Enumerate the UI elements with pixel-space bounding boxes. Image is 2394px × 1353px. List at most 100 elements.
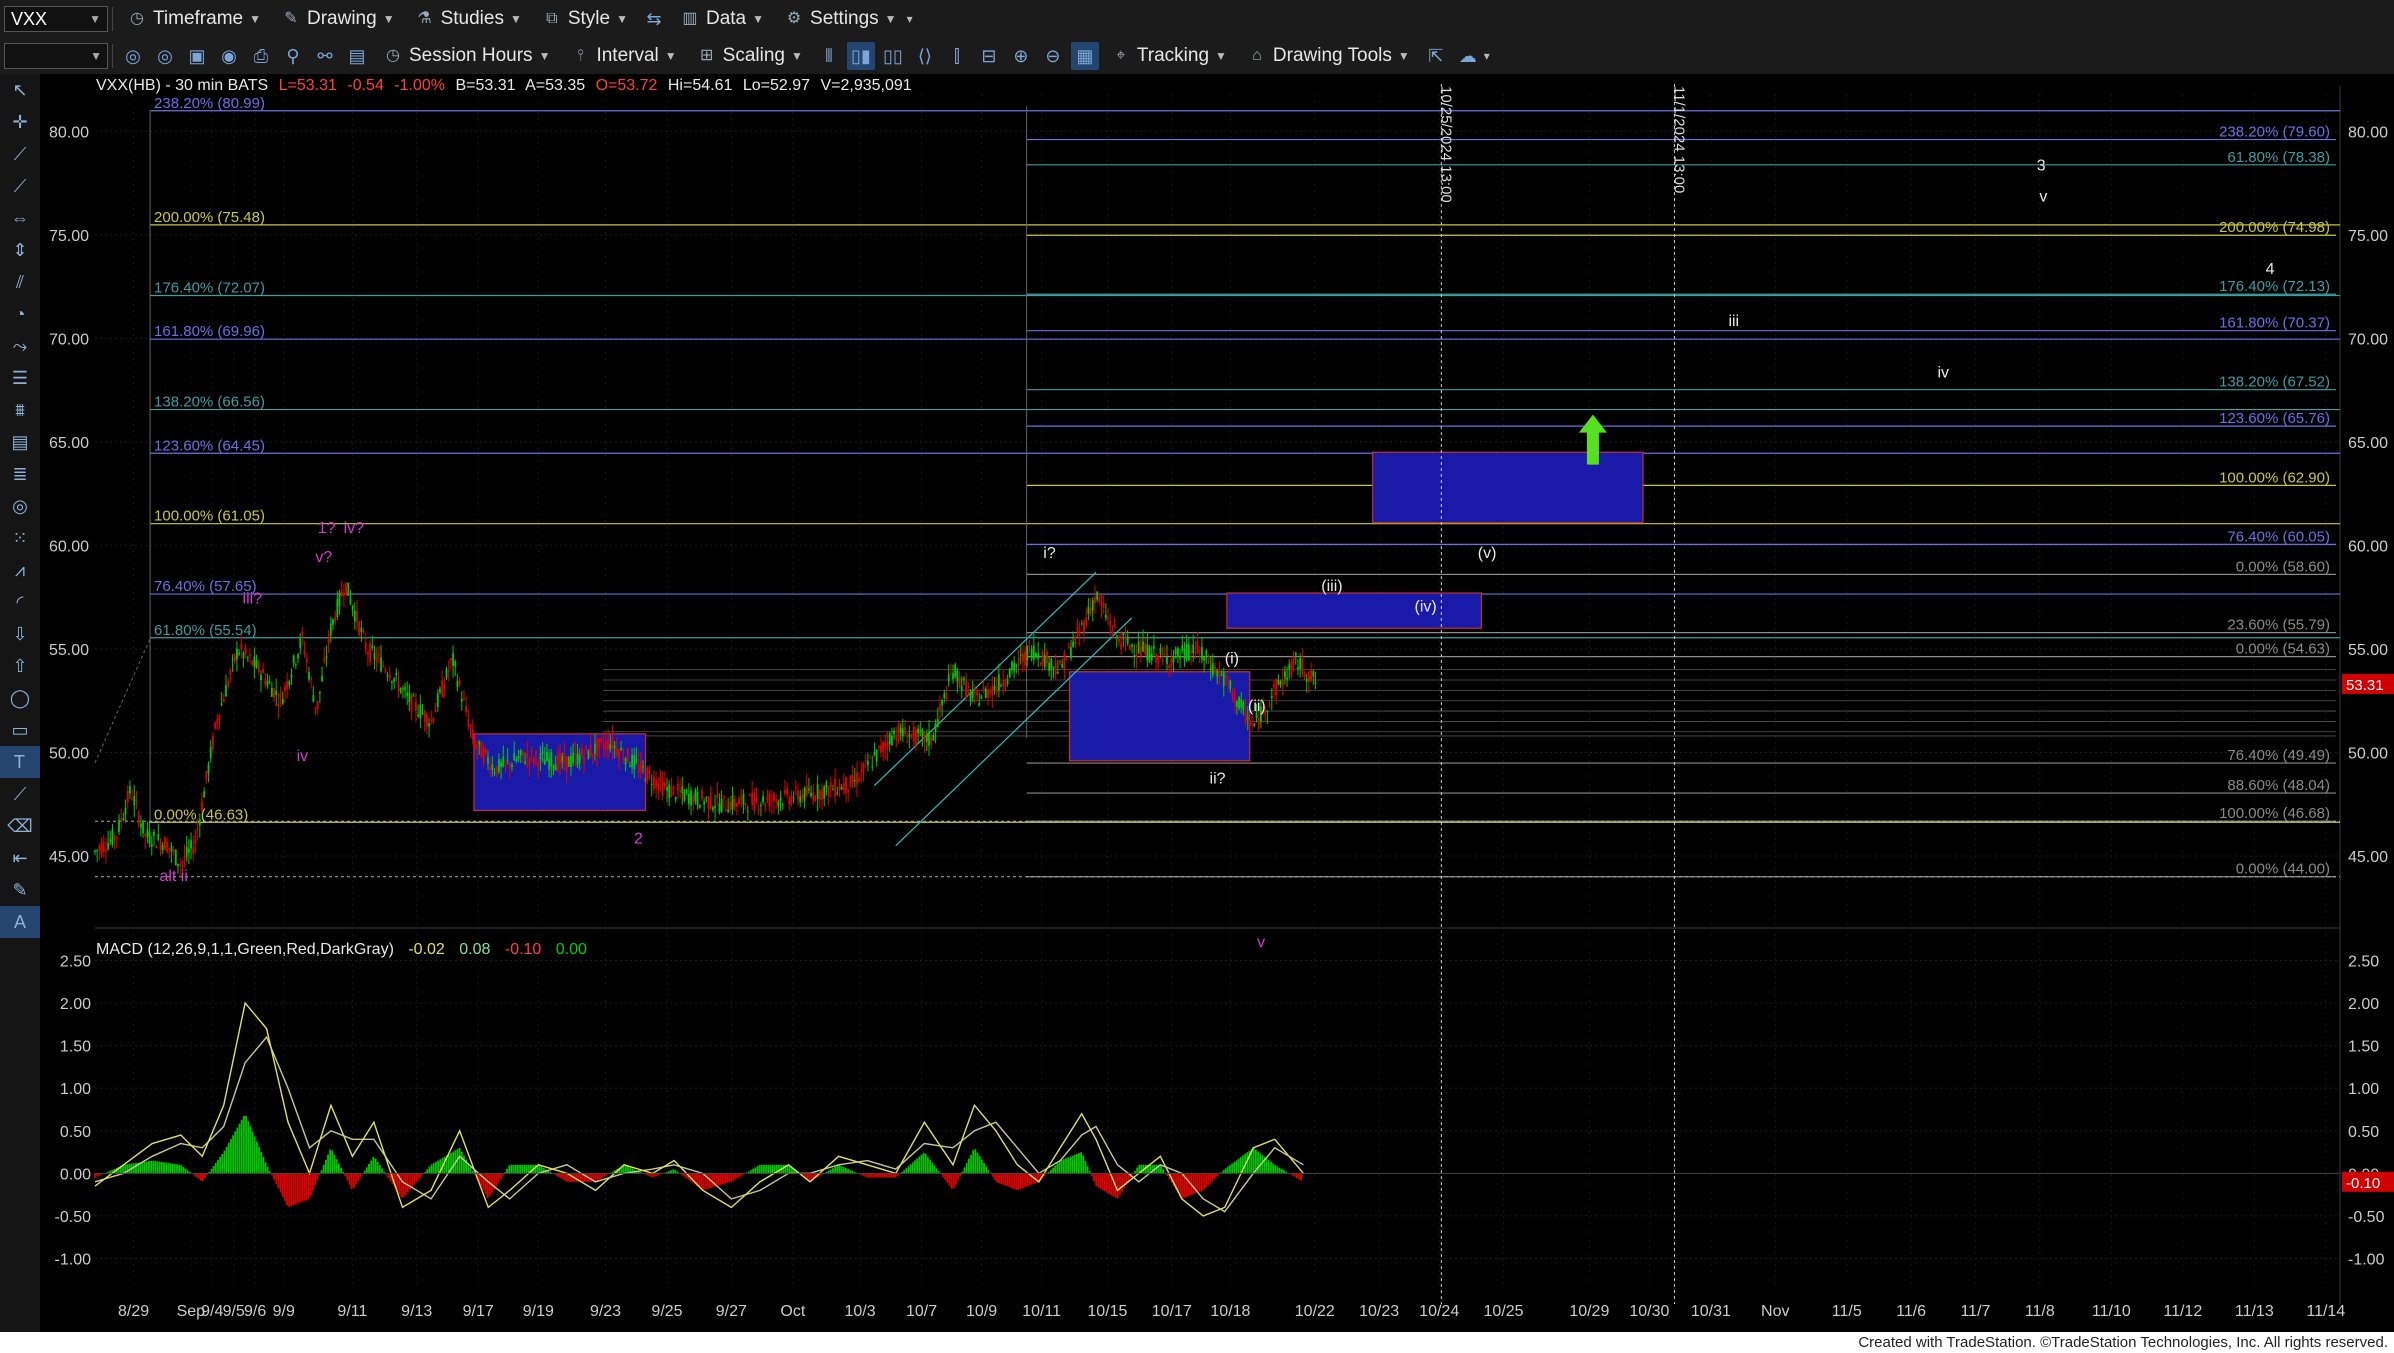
candle-body [1203, 657, 1206, 661]
candle-body [631, 754, 633, 768]
style-menu[interactable]: ⧉ Style ▼ [532, 8, 638, 30]
macd-histogram-bar [933, 1165, 936, 1174]
line-bars-icon[interactable]: ▯▯ [879, 42, 907, 70]
timeframe-menu[interactable]: ◷ Timeframe ▼ [117, 8, 271, 30]
drawing-tools-menu[interactable]: ⌂ Drawing Tools ▼ [1237, 45, 1420, 67]
cycle-icon[interactable]: ◎ [0, 490, 40, 522]
candle-body [856, 772, 858, 785]
macd-title: MACD (12,26,9,1,1,Green,Red,DarkGray) [96, 941, 394, 958]
layout-icon[interactable]: ⇆ [640, 5, 668, 33]
macd-tick-label-left: 0.00 [60, 1166, 91, 1183]
interval-menu[interactable]: ⫯ Interval ▼ [560, 45, 686, 67]
text-label-icon[interactable]: A [0, 906, 40, 938]
candlestick-icon[interactable]: ▯▮ [846, 42, 875, 70]
candle-body [954, 664, 957, 678]
chevron-down-icon[interactable]: ▼ [90, 49, 102, 63]
overflow-icon[interactable]: ▾ [1484, 49, 1490, 63]
macd-histogram-bar [484, 1173, 487, 1195]
fib-retracement-icon[interactable]: ☰ [0, 362, 40, 394]
calculator-icon[interactable]: ▤ [343, 42, 371, 70]
pen-icon[interactable]: ⟋ [0, 778, 40, 810]
horizontal-line-icon[interactable]: ⇔ [0, 202, 40, 234]
trendline-icon[interactable]: ⟋ [0, 138, 40, 170]
eraser-icon[interactable]: ⌫ [0, 810, 40, 842]
candle-body [1211, 663, 1214, 675]
gann-icon[interactable]: ≣ [0, 458, 40, 490]
candle-body [417, 714, 420, 717]
chevron-down-icon[interactable]: ▼ [89, 12, 101, 26]
ellipse-icon[interactable]: ◯ [0, 682, 40, 714]
candle-body [115, 836, 118, 838]
macd-histogram-bar [521, 1164, 524, 1174]
arrow-down-icon[interactable]: ⇩ [0, 618, 40, 650]
studies-menu[interactable]: ⚗ Studies ▼ [405, 8, 532, 30]
candle-body [211, 736, 214, 749]
drawing-menu[interactable]: ✎ Drawing ▼ [271, 8, 405, 30]
candle-body [703, 801, 706, 805]
overflow-icon[interactable]: ▾ [907, 12, 913, 26]
regression-icon[interactable]: ⤳ [0, 330, 40, 362]
globe-icon[interactable]: ◉ [215, 42, 243, 70]
candle-body [735, 803, 738, 807]
price-chart[interactable]: 238.20% (80.99) 200.00% (75.48) 176.40% (7… [40, 74, 2394, 1332]
scaling-menu[interactable]: ⊞ Scaling ▼ [687, 45, 813, 67]
candle-body [465, 705, 468, 712]
session-hours-menu[interactable]: ◷ Session Hours ▼ [373, 45, 560, 67]
pointer-icon[interactable]: ↖ [0, 74, 40, 106]
data-menu[interactable]: ▥ Data ▼ [670, 8, 774, 30]
candle-body [504, 760, 507, 762]
arrow-up-icon[interactable]: ⇧ [0, 650, 40, 682]
macd-histogram-bar [916, 1158, 919, 1174]
andrews-pitchfork-icon[interactable]: ⩘ [0, 554, 40, 586]
candle-body [406, 692, 409, 696]
symbol-input[interactable]: VXX ▼ [4, 6, 108, 32]
candle-body [419, 704, 422, 719]
arc-icon[interactable]: ◜ [0, 586, 40, 618]
candle-body [583, 756, 585, 764]
cloud-icon[interactable]: ☁ [1454, 42, 1482, 70]
export-icon[interactable]: ⇱ [1422, 42, 1450, 70]
alert-icon[interactable]: ⚲ [279, 42, 307, 70]
macd-histogram-bar [1235, 1160, 1238, 1174]
vertical-line-icon[interactable]: ⇕ [0, 234, 40, 266]
channel-icon[interactable]: ⫽ [0, 266, 40, 298]
link-alt-icon[interactable]: ◎ [151, 42, 179, 70]
crosshair-icon[interactable]: ✛ [0, 106, 40, 138]
ray-icon[interactable]: ⟋ [0, 170, 40, 202]
candle-body [131, 798, 134, 800]
grid-icon[interactable]: ▦ [1070, 42, 1099, 70]
fib-label-right: 176.40% (72.13) [2219, 278, 2330, 295]
speed-line-icon[interactable]: ◔ [0, 298, 40, 330]
tracking-menu[interactable]: ⌖ Tracking ▼ [1101, 45, 1237, 67]
print-icon[interactable]: ⎙ [247, 42, 275, 70]
macd-histogram-bar [765, 1164, 767, 1174]
scroll-left-icon[interactable]: ⟨⟩ [911, 42, 939, 70]
candle-body [563, 753, 566, 764]
fib-time-icon[interactable]: ▤ [0, 426, 40, 458]
bar-chart-icon[interactable]: ⫴ [815, 42, 843, 70]
macd-histogram-bar [199, 1173, 202, 1181]
macd-histogram-bar [368, 1163, 370, 1174]
window-icon[interactable]: ▣ [183, 42, 211, 70]
fib-extension-icon[interactable]: ⩩ [0, 394, 40, 426]
filter-icon[interactable]: ⚯ [311, 42, 339, 70]
text-icon[interactable]: Ꭲ [0, 746, 40, 778]
settings-menu[interactable]: ⚙ Settings ▼ [774, 8, 907, 30]
candle-body [1238, 697, 1240, 709]
macd-histogram-bar [281, 1173, 284, 1197]
macd-histogram-bar [594, 1173, 597, 1182]
macd-histogram-bar [1196, 1173, 1199, 1193]
zoom-out-icon[interactable]: ⊖ [1039, 42, 1067, 70]
snap-icon[interactable]: ⇤ [0, 842, 40, 874]
scroll-right-icon[interactable]: ⫿ [943, 42, 971, 70]
macd-tick-label: 1.50 [2348, 1039, 2379, 1056]
split-icon[interactable]: ⊟ [975, 42, 1003, 70]
highlighter-icon[interactable]: ✎ [0, 874, 40, 906]
macd-histogram-bar [495, 1173, 498, 1187]
link-icon[interactable]: ◎ [119, 42, 147, 70]
zoom-in-icon[interactable]: ⊕ [1007, 42, 1035, 70]
dots-icon[interactable]: ⁙ [0, 522, 40, 554]
macd-histogram-bar [1086, 1166, 1089, 1174]
rectangle-icon[interactable]: ▭ [0, 714, 40, 746]
secondary-symbol-input[interactable]: ▼ [4, 43, 108, 69]
